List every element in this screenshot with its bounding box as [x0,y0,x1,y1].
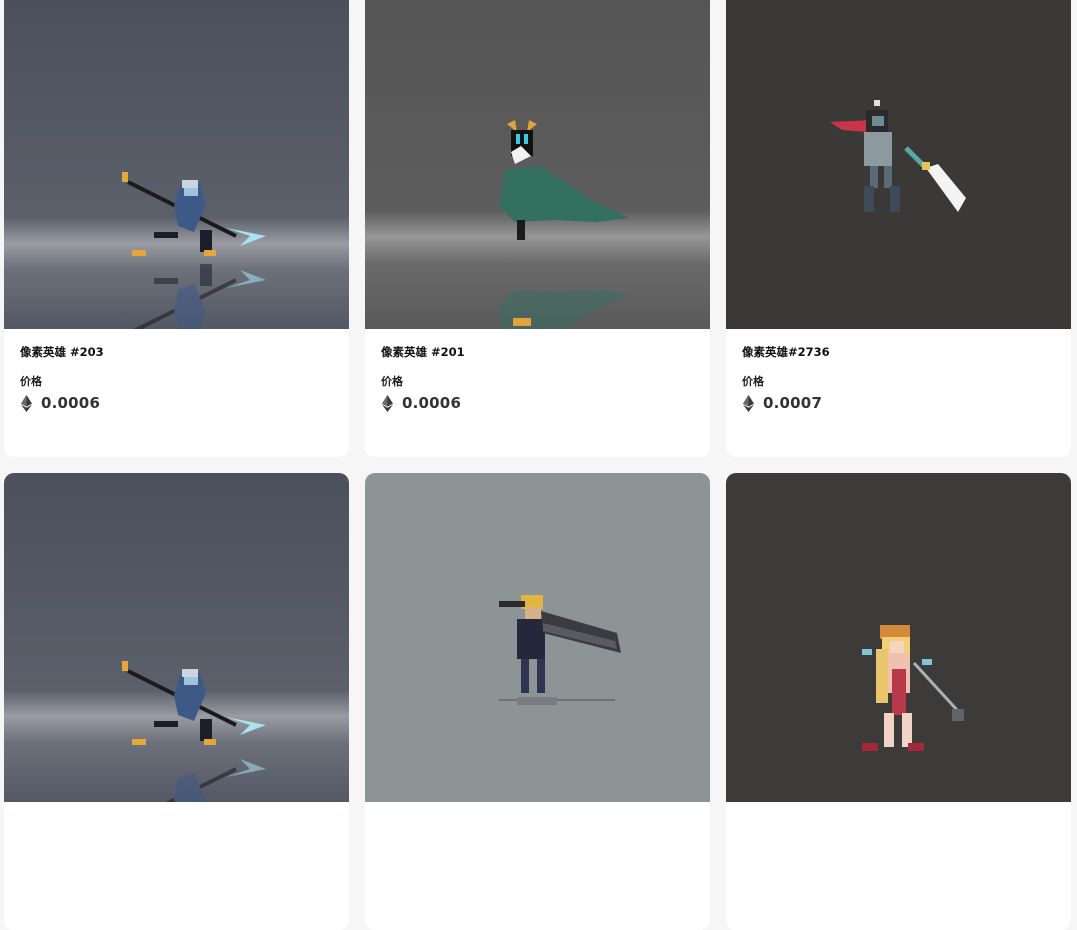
price-label: 价格 [20,375,42,388]
nft-card[interactable] [726,473,1071,930]
nft-title[interactable]: 像素英雄 #201 [381,343,694,361]
nft-image[interactable] [726,473,1071,802]
price-value: 0.0007 [763,394,823,412]
nft-card[interactable] [4,473,349,930]
nft-title[interactable] [20,816,333,834]
price-value: 0.0006 [402,394,462,412]
nft-title[interactable] [381,816,694,834]
nft-title[interactable] [742,816,1055,834]
nft-card[interactable] [365,473,710,930]
price-label: 价格 [381,375,403,388]
price-value: 0.0006 [41,394,101,412]
nft-image[interactable] [365,0,710,329]
price-row: 0.0006 [381,393,694,413]
price-row: 0.0006 [20,393,333,413]
nft-image[interactable] [4,473,349,802]
nft-title[interactable]: 像素英雄#2736 [742,343,1055,361]
ethereum-icon [382,394,393,412]
price-label: 价格 [742,375,764,388]
nft-card[interactable]: 像素英雄#2736 价格 0.0007 [726,0,1071,457]
price-row: 0.0007 [742,393,1055,413]
ethereum-icon [743,394,754,412]
nft-card[interactable]: 像素英雄 #203 价格 0.0006 [4,0,349,457]
nft-image[interactable] [726,0,1071,329]
ethereum-icon [21,394,32,412]
nft-image[interactable] [4,0,349,329]
nft-card[interactable]: 像素英雄 #201 价格 0.0006 [365,0,710,457]
nft-title[interactable]: 像素英雄 #203 [20,343,333,361]
nft-image[interactable] [365,473,710,802]
